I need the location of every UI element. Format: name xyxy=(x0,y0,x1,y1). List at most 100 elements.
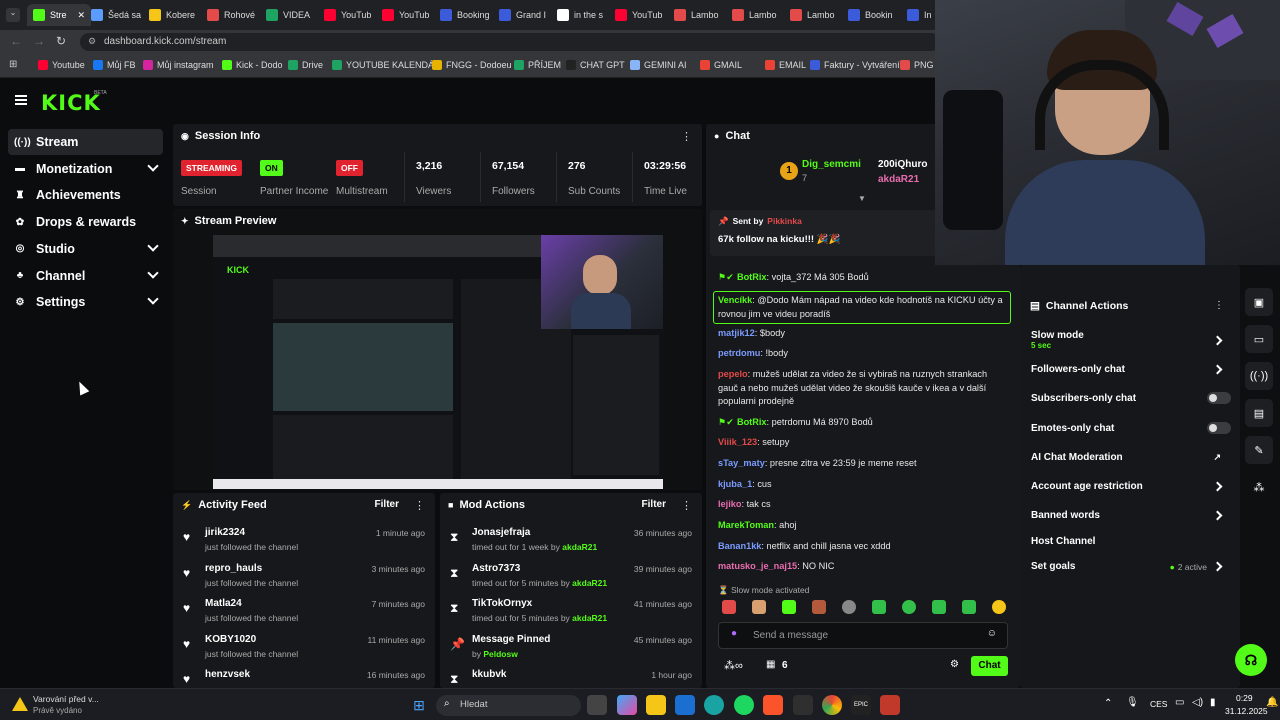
activity-feed-item[interactable]: ♥ henzvsek 16 minutes ago xyxy=(173,669,435,688)
notification-title[interactable]: Varování před v... xyxy=(33,694,99,704)
sidebar-item-channel[interactable]: ♣ Channel xyxy=(8,263,163,289)
feed-username[interactable]: Matla24 xyxy=(205,598,242,609)
tray-battery-icon[interactable]: ▮ xyxy=(1210,697,1216,708)
apps-grid-icon[interactable]: ⊞ xyxy=(9,59,17,70)
edge-icon[interactable] xyxy=(704,695,724,715)
tray-chevron-icon[interactable]: ⌃ xyxy=(1104,698,1112,709)
rail-points-icon[interactable]: ⁂ xyxy=(1245,473,1273,501)
activity-feed-item[interactable]: ♥ KOBY1020 just followed the channel 11 min… xyxy=(173,634,435,668)
chat-input[interactable]: ● Send a message ☺ xyxy=(718,622,1008,649)
chat-username[interactable]: Vencíkk xyxy=(718,295,752,305)
tray-volume-icon[interactable]: ◁) xyxy=(1192,697,1203,708)
mod-action-moderator[interactable]: Peldosw xyxy=(483,649,517,659)
warning-icon[interactable] xyxy=(12,697,28,711)
channel-action-set-goals[interactable]: Set goals ● 2 active xyxy=(1031,561,1231,572)
mod-action-target[interactable]: Message Pinned xyxy=(472,634,550,645)
bookmark-item[interactable]: YOUTUBE KALENDÁŘ xyxy=(332,60,441,70)
tab-list-icon[interactable]: ⌄ xyxy=(6,8,20,22)
bookmark-item[interactable]: FNGG - Dodoeu xyxy=(432,60,512,70)
browser-tab[interactable]: Lambo xyxy=(784,4,842,26)
emote-4[interactable] xyxy=(812,600,826,614)
sidebar-item-studio[interactable]: ◎ Studio xyxy=(8,236,163,262)
activity-feed-menu-icon[interactable]: ⋮ xyxy=(414,499,425,512)
chat-message[interactable]: sTay_maty: presne zitra ve 23:59 je meme… xyxy=(718,457,1008,471)
clock-time[interactable]: 0:29 xyxy=(1236,693,1253,703)
kick-logo[interactable]: KICK xyxy=(41,91,101,115)
browser-tab[interactable]: Rohové xyxy=(201,4,259,26)
chat-message[interactable]: MarekToman: ahoj xyxy=(718,519,1008,533)
browser-tab[interactable]: Lambo xyxy=(668,4,726,26)
chat-username[interactable]: MarekToman xyxy=(718,520,774,530)
chat-username[interactable]: BotRix xyxy=(737,417,767,427)
rail-broadcast-icon[interactable]: ((·)) xyxy=(1245,362,1273,390)
rail-tools-icon[interactable]: ✎ xyxy=(1245,436,1273,464)
browser-tab[interactable]: In xyxy=(901,4,935,26)
tab-close-icon[interactable]: ✕ xyxy=(77,10,85,21)
browser-tab[interactable]: Bookin xyxy=(842,4,900,26)
emoji-icon[interactable]: ☺ xyxy=(987,628,997,639)
copilot-icon[interactable] xyxy=(617,695,637,715)
channel-action-followers-only-chat[interactable]: Followers-only chat xyxy=(1031,364,1231,375)
emote-7[interactable] xyxy=(902,600,916,614)
feed-username[interactable]: henzvsek xyxy=(205,669,250,680)
chat-settings-icon[interactable]: ⚙ xyxy=(950,659,959,670)
epic-games-icon[interactable]: EPIC xyxy=(851,695,871,715)
activity-feed-item[interactable]: ♥ repro_hauls just followed the channel 3 m… xyxy=(173,563,435,597)
chat-message[interactable]: ⚑✔ BotRix: vojta_372 Má 305 Bodů xyxy=(718,271,1008,285)
chat-message[interactable]: ⚑✔ BotRix: petrdomu Má 8970 Bodů xyxy=(718,416,1008,430)
mod-action-moderator[interactable]: akdaR21 xyxy=(572,613,607,623)
bookmark-item[interactable]: PŘÍJEM xyxy=(514,60,561,70)
taskbar-search[interactable]: ⌕ Hledat xyxy=(436,695,581,716)
tray-network-icon[interactable]: ▭ xyxy=(1175,697,1184,708)
xbox-icon[interactable] xyxy=(793,695,813,715)
reload-icon[interactable]: ↻ xyxy=(56,34,66,48)
forward-icon[interactable]: → xyxy=(33,34,45,48)
bookmark-item[interactable]: GEMINI AI xyxy=(630,60,687,70)
chat-send-button[interactable]: Chat xyxy=(971,656,1008,676)
emote-2[interactable] xyxy=(752,600,766,614)
bookmark-item[interactable]: Můj instagram xyxy=(143,60,214,70)
mod-action-target[interactable]: kkubvk xyxy=(472,669,506,680)
chat-message[interactable]: petrdomu: !body xyxy=(718,347,1008,361)
top-gifter-name[interactable]: Dig_semcmi xyxy=(802,159,861,170)
channel-action-host-channel[interactable]: Host Channel xyxy=(1031,536,1231,547)
mod-action-item[interactable]: 📌 Message Pinned by Peldosw 45 minutes ago xyxy=(440,634,702,668)
site-info-icon[interactable]: ⚙ xyxy=(88,36,96,47)
browser-tab[interactable]: Booking xyxy=(434,4,492,26)
bookmark-item[interactable]: PNG xyxy=(900,60,934,70)
chat-username[interactable]: matusko_je_naj15 xyxy=(718,561,797,571)
chat-message[interactable]: kjuba_1: cus xyxy=(718,478,1008,492)
chat-username[interactable]: Banan1kk xyxy=(718,541,761,551)
windows-start-icon[interactable]: ⊞ xyxy=(409,695,429,715)
points-infinity-icon[interactable]: ⁂∞ xyxy=(724,659,743,672)
browser-tab[interactable]: Lambo xyxy=(726,4,784,26)
mod-action-target[interactable]: Astro7373 xyxy=(472,563,520,574)
mod-action-item[interactable]: ⧗ TikTokOrnyx timed out for 5 minutes by a… xyxy=(440,598,702,632)
hamburger-menu-icon[interactable] xyxy=(15,95,27,105)
mod-action-moderator[interactable]: akdaR21 xyxy=(562,542,597,552)
emote-8[interactable] xyxy=(932,600,946,614)
channel-action-slow-mode[interactable]: Slow mode 5 sec xyxy=(1031,330,1231,350)
activity-feed-item[interactable]: ♥ jirik2324 just followed the channel 1 min… xyxy=(173,527,435,561)
external-link-icon[interactable]: ↗ xyxy=(1213,452,1221,463)
outlook-icon[interactable] xyxy=(675,695,695,715)
activity-feed-filter-button[interactable]: Filter xyxy=(375,499,399,510)
chevron-down-icon[interactable] xyxy=(147,240,159,252)
back-icon[interactable]: ← xyxy=(10,34,22,48)
spotify-icon[interactable] xyxy=(734,695,754,715)
third-gifter-name[interactable]: akdaR21 xyxy=(878,174,919,185)
channel-action-ai-chat-moderation[interactable]: AI Chat Moderation ↗ xyxy=(1031,452,1231,463)
gifters-collapse-icon[interactable]: ▼ xyxy=(858,194,866,203)
emote-10[interactable] xyxy=(992,600,1006,614)
unknown-app-icon[interactable] xyxy=(880,695,900,715)
chevron-right-icon[interactable] xyxy=(1212,364,1223,375)
activity-feed-item[interactable]: ♥ Matla24 just followed the channel 7 minut… xyxy=(173,598,435,632)
chevron-right-icon[interactable] xyxy=(1212,561,1223,572)
chat-username[interactable]: pepelo xyxy=(718,369,748,379)
mod-action-item[interactable]: ⧗ Jonasjefraja timed out for 1 week by akd… xyxy=(440,527,702,561)
browser-tab[interactable]: YouTub xyxy=(376,4,434,26)
second-gifter-name[interactable]: 200iQhuro xyxy=(878,159,927,170)
channel-actions-menu-icon[interactable]: ⋮ xyxy=(1214,300,1224,311)
chat-message[interactable]: matusko_je_naj15: NO NIC xyxy=(718,560,1008,574)
feed-username[interactable]: jirik2324 xyxy=(205,527,245,538)
